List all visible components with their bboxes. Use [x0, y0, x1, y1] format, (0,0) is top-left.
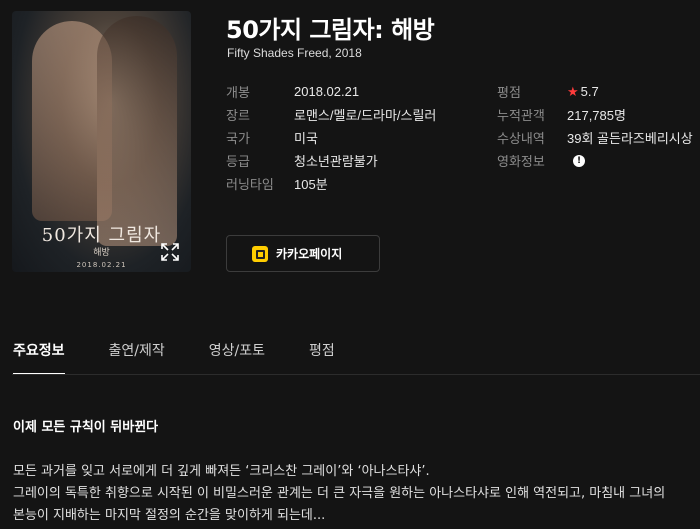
- movie-info-right: 평점 ★ 5.7 누적관객 217,785명 수상내역 39회 골든라즈베리시상 …: [497, 80, 693, 172]
- info-value: 217,785명: [567, 108, 626, 123]
- info-row-country: 국가 미국: [226, 126, 436, 149]
- synopsis-line: 모든 과거를 잊고 서로에게 더 깊게 빠져든 ‘크리스찬 그레이’와 ‘아나스…: [13, 464, 430, 479]
- tab-video-photo[interactable]: 영상/포토: [209, 340, 265, 360]
- tab-cast-crew[interactable]: 출연/제작: [109, 340, 165, 360]
- info-row-audience: 누적관객 217,785명: [497, 103, 693, 126]
- info-label: 등급: [226, 155, 250, 170]
- tagline: 이제 모든 규칙이 뒤바뀐다: [13, 420, 159, 435]
- tab-divider: [12, 374, 700, 375]
- movie-info-left: 개봉 2018.02.21 장르 로맨스/멜로/드라마/스릴러 국가 미국 등급…: [226, 80, 436, 195]
- info-row-release: 개봉 2018.02.21: [226, 80, 436, 103]
- info-value: 청소년관람불가: [294, 154, 378, 169]
- info-row-movie-info: 영화정보 !: [497, 149, 693, 172]
- info-label: 장르: [226, 109, 250, 124]
- movie-poster[interactable]: 50가지 그림자 해방 2018.02.21: [12, 11, 191, 272]
- tab-bar: 주요정보 출연/제작 영상/포토 평점: [13, 340, 379, 375]
- movie-original-title: Fifty Shades Freed, 2018: [227, 46, 362, 60]
- info-label: 평점: [497, 86, 521, 101]
- info-label: 국가: [226, 132, 250, 147]
- info-label: 누적관객: [497, 109, 545, 124]
- info-label: 수상내역: [497, 132, 545, 147]
- synopsis-line: 본능이 지배하는 마지막 절정의 순간을 맞이하게 되는데...: [13, 508, 326, 523]
- info-label: 개봉: [226, 86, 250, 101]
- movie-title: 50가지 그림자: 해방: [226, 16, 435, 44]
- info-label: 러닝타임: [226, 178, 274, 193]
- info-value: 로맨스/멜로/드라마/스릴러: [294, 108, 437, 123]
- synopsis-line: 그레이의 독특한 취향으로 시작된 이 비밀스러운 관계는 더 큰 자극을 원하…: [13, 486, 666, 501]
- info-value: 미국: [294, 131, 318, 146]
- info-row-rating-grade: 등급 청소년관람불가: [226, 149, 436, 172]
- poster-figure: [97, 16, 177, 246]
- info-row-runtime: 러닝타임 105분: [226, 172, 436, 195]
- info-row-genre: 장르 로맨스/멜로/드라마/스릴러: [226, 103, 436, 126]
- awards-link[interactable]: 39회 골든라즈베리시상: [567, 128, 693, 147]
- info-value: 105분: [294, 177, 328, 192]
- info-label: 영화정보: [497, 155, 545, 170]
- info-icon[interactable]: !: [573, 154, 585, 167]
- synopsis: 모든 과거를 잊고 서로에게 더 깊게 빠져든 ‘크리스찬 그레이’와 ‘아나스…: [13, 461, 700, 527]
- tab-reviews[interactable]: 평점: [309, 340, 335, 360]
- info-row-score: 평점 ★ 5.7: [497, 80, 693, 103]
- tab-main-info[interactable]: 주요정보: [13, 340, 65, 375]
- kakaopage-label: 카카오페이지: [276, 247, 343, 261]
- expand-icon[interactable]: [159, 241, 181, 263]
- score-value: ★ 5.7: [567, 84, 599, 100]
- kakaopage-icon: [252, 245, 268, 262]
- star-icon: ★: [567, 83, 579, 99]
- info-value: 2018.02.21: [294, 84, 360, 99]
- kakaopage-button[interactable]: 카카오페이지: [226, 235, 380, 272]
- info-row-awards: 수상내역 39회 골든라즈베리시상: [497, 126, 693, 149]
- score-number: 5.7: [580, 83, 599, 99]
